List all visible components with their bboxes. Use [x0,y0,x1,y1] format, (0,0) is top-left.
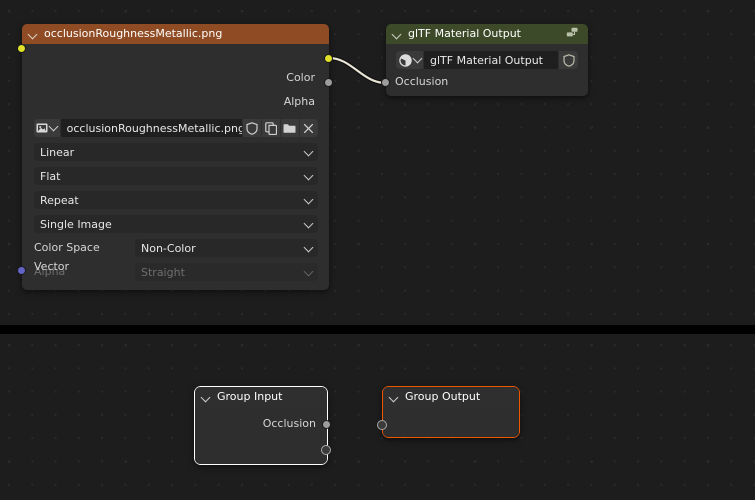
chevron-down-icon[interactable] [201,392,212,403]
chevron-down-icon[interactable] [412,53,422,64]
node-gltf-material-output[interactable]: glTF Material Output glTF Material Outpu… [381,24,588,96]
nodegroup-datablock-selector[interactable]: glTF Material Output [396,51,578,69]
socket-input-vector[interactable] [17,266,26,275]
chevron-down-icon[interactable] [48,121,59,132]
chevron-down-icon [303,170,314,181]
interpolation-dropdown[interactable]: Linear [34,143,318,161]
socket-output-occlusion[interactable] [322,420,331,429]
color-space-value: Non-Color [141,241,196,255]
shield-icon [562,53,575,67]
node-image-texture[interactable]: occlusionRoughnessMetallic.png Color Alp… [17,24,333,290]
image-datablock-selector[interactable]: occlusionRoughnessMetallic.png [34,119,318,137]
chevron-down-icon[interactable] [28,29,39,40]
chevron-down-icon [303,266,314,277]
extension-value: Repeat [40,193,79,207]
shader-node-editor-top[interactable]: occlusionRoughnessMetallic.png Color Alp… [0,0,755,325]
chevron-down-icon [303,242,314,253]
node-group-input[interactable]: Group Input Occlusion [194,386,331,465]
node-gltf-material-output-body: glTF Material Output Occlusion [381,44,588,96]
node-group-output-title: Group Output [405,390,481,403]
node-gltf-material-output-header[interactable]: glTF Material Output [386,24,588,44]
x-icon [303,123,314,134]
image-name-field[interactable]: occlusionRoughnessMetallic.png [60,119,242,137]
unlink-image-button[interactable] [299,119,318,137]
source-dropdown[interactable]: Single Image [34,215,318,233]
socket-label-vector: Vector [34,260,70,273]
socket-output-virtual[interactable] [321,445,331,455]
link-color-to-occlusion-core [327,56,388,85]
extension-dropdown[interactable]: Repeat [34,191,318,209]
color-space-label: Color Space [34,241,100,254]
node-gltf-material-output-title: glTF Material Output [408,27,521,40]
alpha-mode-dropdown: Straight [135,263,318,281]
folder-icon [283,122,296,134]
chevron-down-icon [303,218,314,229]
socket-label-occlusion: Occlusion [262,417,316,430]
new-image-button[interactable] [261,119,280,137]
node-image-texture-body: Color Alpha occlusionRoughnessMetallic.p… [17,44,329,290]
node-image-texture-header[interactable]: occlusionRoughnessMetallic.png [22,24,329,44]
nodetree-icon [566,27,582,41]
node-group-output-body [383,407,519,437]
socket-label-alpha: Alpha [283,95,315,108]
copy-icon [265,121,277,135]
socket-output-color[interactable] [17,44,26,53]
socket-label-color: Color [286,71,315,84]
node-group-output[interactable]: Group Output [377,386,520,438]
chevron-down-icon[interactable] [389,392,400,403]
socket-output-alpha-dot[interactable] [324,78,333,87]
projection-dropdown[interactable]: Flat [34,167,318,185]
node-group-input-header[interactable]: Group Input [195,387,327,407]
socket-label-occlusion: Occlusion [395,75,449,88]
alpha-mode-value: Straight [141,265,185,279]
image-datablock-type-button[interactable] [34,119,60,137]
socket-input-virtual[interactable] [377,420,387,430]
interpolation-value: Linear [40,145,75,159]
chevron-down-icon[interactable] [392,29,403,40]
source-value: Single Image [40,217,112,231]
nodegroup-datablock-type-button[interactable] [396,51,423,69]
node-group-input-title: Group Input [217,390,283,403]
fake-user-button[interactable] [242,119,261,137]
chevron-down-icon [303,146,314,157]
area-divider[interactable] [0,325,755,334]
image-icon [36,122,48,134]
nodetree-sphere-icon [398,53,412,67]
open-image-button[interactable] [280,119,299,137]
color-space-dropdown[interactable]: Non-Color [135,239,318,257]
link-color-to-occlusion [326,55,389,86]
socket-output-color-dot[interactable] [324,54,333,63]
nodegroup-name-field[interactable]: glTF Material Output [424,51,558,69]
socket-input-occlusion[interactable] [381,78,390,87]
node-group-input-body: Occlusion [195,407,327,464]
shader-node-editor-bottom[interactable]: Group Input Occlusion Group Output [0,334,755,500]
node-group-output-header[interactable]: Group Output [383,387,519,407]
fake-user-button[interactable] [559,51,578,69]
shield-icon [246,121,258,135]
chevron-down-icon [303,194,314,205]
projection-value: Flat [40,169,61,183]
node-image-texture-title: occlusionRoughnessMetallic.png [44,27,223,40]
node-editor-window: occlusionRoughnessMetallic.png Color Alp… [0,0,755,500]
